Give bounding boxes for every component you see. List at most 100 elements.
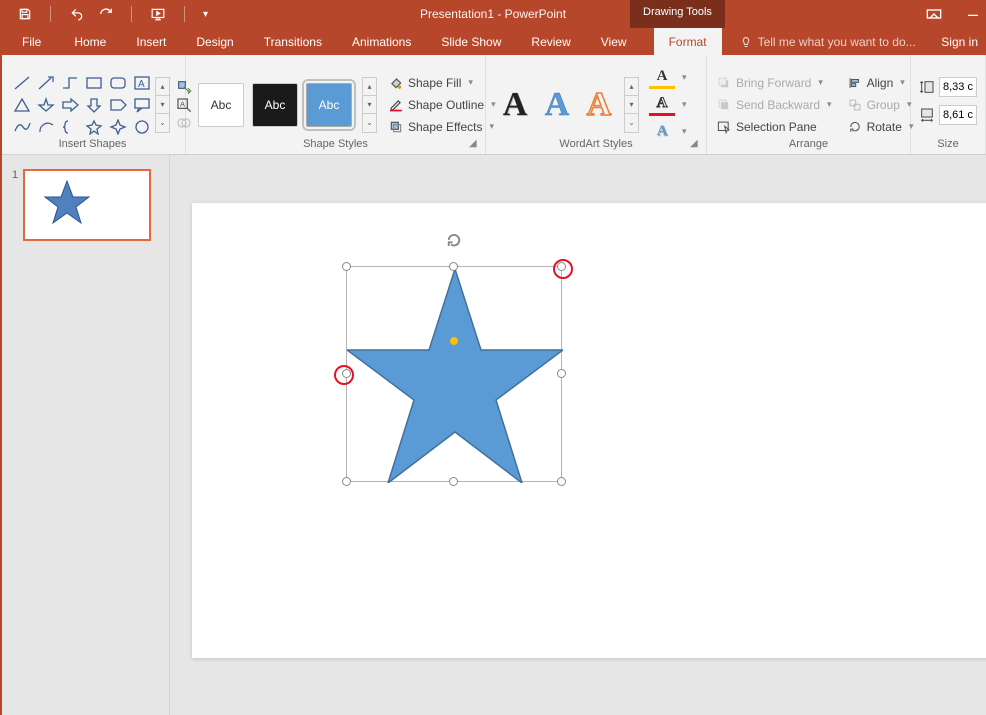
shape-triangle-icon[interactable] <box>12 96 32 114</box>
tab-review[interactable]: Review <box>516 28 585 55</box>
shape-arc-icon[interactable] <box>36 118 56 136</box>
send-backward-icon <box>717 98 731 112</box>
tab-home[interactable]: Home <box>59 28 121 55</box>
align-icon <box>848 76 862 90</box>
shape-rounded-rect-icon[interactable] <box>108 74 128 92</box>
shape-outline-button[interactable]: Shape Outline▾ <box>385 96 500 114</box>
align-button[interactable]: Align▾ <box>844 74 918 92</box>
text-fill-button[interactable]: A▾ <box>645 65 691 91</box>
resize-handle-tl[interactable] <box>342 262 351 271</box>
tab-transitions[interactable]: Transitions <box>249 28 337 55</box>
shape-brace-icon[interactable] <box>60 118 80 136</box>
resize-handle-br[interactable] <box>557 477 566 486</box>
tab-view[interactable]: View <box>586 28 642 55</box>
tab-design[interactable]: Design <box>181 28 248 55</box>
group-icon <box>848 98 862 112</box>
style-gallery-scroll[interactable]: ▴▾⌄ <box>362 77 377 133</box>
text-fill-icon: A <box>649 67 675 89</box>
wordart-gallery-scroll[interactable]: ▴▾⌄ <box>624 77 639 133</box>
ribbon-display-icon[interactable] <box>926 8 942 20</box>
shape-style-preset-1[interactable]: Abc <box>198 83 244 127</box>
shape-star-icon[interactable] <box>84 118 104 136</box>
wordart-launcher-icon[interactable]: ◢ <box>690 138 702 150</box>
quick-access-toolbar: ▾ <box>0 6 208 22</box>
shape-rectangle-icon[interactable] <box>84 74 104 92</box>
lightbulb-icon <box>740 35 752 49</box>
title-bar: ▾ Presentation1 - PowerPoint Drawing Too… <box>0 0 986 28</box>
slide-canvas-area[interactable] <box>170 155 986 715</box>
shape-circle-icon[interactable] <box>132 118 152 136</box>
qat-customize-icon[interactable]: ▾ <box>203 9 208 20</box>
shape-callout-icon[interactable] <box>132 96 152 114</box>
annotation-circle-tr <box>553 259 573 279</box>
effects-icon <box>389 120 403 134</box>
wordart-preset-3[interactable]: A <box>578 83 620 127</box>
shape-height-input[interactable] <box>939 77 977 97</box>
tell-me-search[interactable]: Tell me what you want to do... <box>722 28 916 55</box>
minimize-icon[interactable]: – <box>968 11 978 17</box>
shape-arrow-line-icon[interactable] <box>36 74 56 92</box>
window-title: Presentation1 - PowerPoint <box>420 7 566 21</box>
shape-fill-button[interactable]: Shape Fill▾ <box>385 74 500 92</box>
wordart-preset-2[interactable]: A <box>536 83 578 127</box>
size-launcher-icon[interactable] <box>965 138 977 150</box>
tab-insert[interactable]: Insert <box>121 28 181 55</box>
shape-arrow-down-icon[interactable] <box>84 96 104 114</box>
resize-handle-mr[interactable] <box>557 369 566 378</box>
slide-thumbnail[interactable] <box>23 169 151 241</box>
text-outline-icon: A <box>649 94 675 116</box>
shape-styles-launcher-icon[interactable]: ◢ <box>469 138 481 150</box>
redo-icon[interactable] <box>99 7 113 21</box>
selection-pane-button[interactable]: Selection Pane <box>713 118 836 136</box>
group-label-arrange: Arrange <box>707 138 910 150</box>
shape-adjust-handle[interactable] <box>450 337 458 345</box>
rotate-handle-icon[interactable] <box>445 231 463 249</box>
rotate-button[interactable]: Rotate▾ <box>844 118 918 136</box>
tab-slideshow[interactable]: Slide Show <box>426 28 516 55</box>
shape-style-preset-3[interactable]: Abc <box>306 83 352 127</box>
shape-textbox-icon[interactable]: A <box>132 74 152 92</box>
shape-curve-icon[interactable] <box>12 118 32 136</box>
shape-arrow-right-icon[interactable] <box>60 96 80 114</box>
start-from-beginning-icon[interactable] <box>150 7 166 21</box>
resize-handle-tm[interactable] <box>449 262 458 271</box>
group-button: Group▾ <box>844 96 918 114</box>
tab-format[interactable]: Format <box>654 28 722 55</box>
contextual-tab-header: Drawing Tools <box>630 0 725 30</box>
save-icon[interactable] <box>18 7 32 21</box>
shape-selection-box[interactable] <box>346 266 562 482</box>
resize-handle-bl[interactable] <box>342 477 351 486</box>
svg-text:A: A <box>138 79 145 90</box>
tab-file[interactable]: File <box>0 28 59 55</box>
undo-icon[interactable] <box>69 7 85 21</box>
resize-handle-bm[interactable] <box>449 477 458 486</box>
group-label-wordart: WordArt Styles <box>486 138 706 150</box>
shape-effects-button[interactable]: Shape Effects▾ <box>385 118 500 136</box>
shape-elbow-icon[interactable] <box>60 74 80 92</box>
slide-canvas[interactable] <box>192 203 986 658</box>
gallery-scroll[interactable]: ▴▾⌄ <box>155 77 170 133</box>
ribbon-tabs: File Home Insert Design Transitions Anim… <box>0 28 986 55</box>
shape-line-icon[interactable] <box>12 74 32 92</box>
tell-me-placeholder: Tell me what you want to do... <box>758 35 916 49</box>
pen-outline-icon <box>389 98 403 112</box>
shape-style-preset-2[interactable]: Abc <box>252 83 298 127</box>
tab-animations[interactable]: Animations <box>337 28 426 55</box>
slide-thumbnail-panel: 1 <box>2 155 170 715</box>
bring-forward-button: Bring Forward▾ <box>713 74 836 92</box>
shape-pentagon-arrow-icon[interactable] <box>108 96 128 114</box>
bring-forward-icon <box>717 76 731 90</box>
text-outline-button[interactable]: A▾ <box>645 92 691 118</box>
shape-gallery[interactable]: A <box>12 74 152 136</box>
wordart-preset-1[interactable]: A <box>494 83 536 127</box>
send-backward-button: Send Backward▾ <box>713 96 836 114</box>
height-icon <box>919 79 935 95</box>
shape-star4-icon[interactable] <box>108 118 128 136</box>
slide-thumbnail-number: 1 <box>12 169 18 241</box>
selection-pane-icon <box>717 120 731 134</box>
shape-diamond-icon[interactable] <box>36 96 56 114</box>
svg-text:A: A <box>180 99 185 108</box>
shape-width-input[interactable] <box>939 105 977 125</box>
ribbon: A ▴▾⌄ A Insert Shapes <box>0 55 986 155</box>
sign-in-link[interactable]: Sign in <box>941 28 978 55</box>
